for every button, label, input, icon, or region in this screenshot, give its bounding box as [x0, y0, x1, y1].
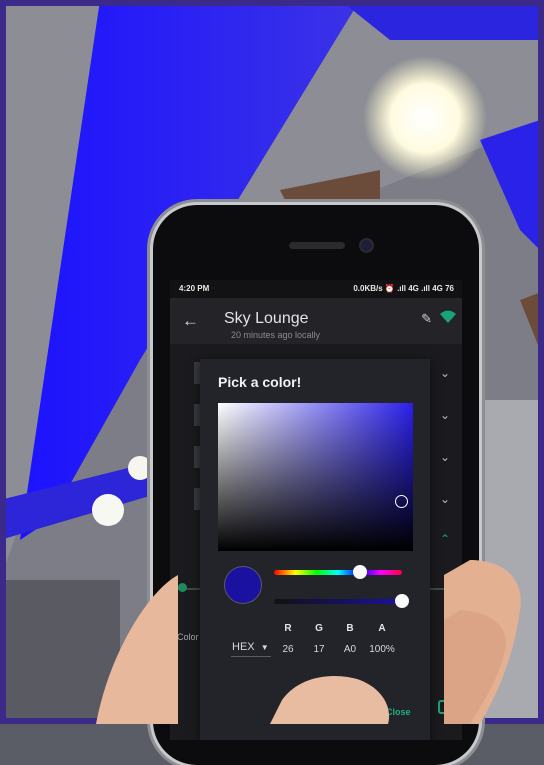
hand: [96, 560, 521, 724]
